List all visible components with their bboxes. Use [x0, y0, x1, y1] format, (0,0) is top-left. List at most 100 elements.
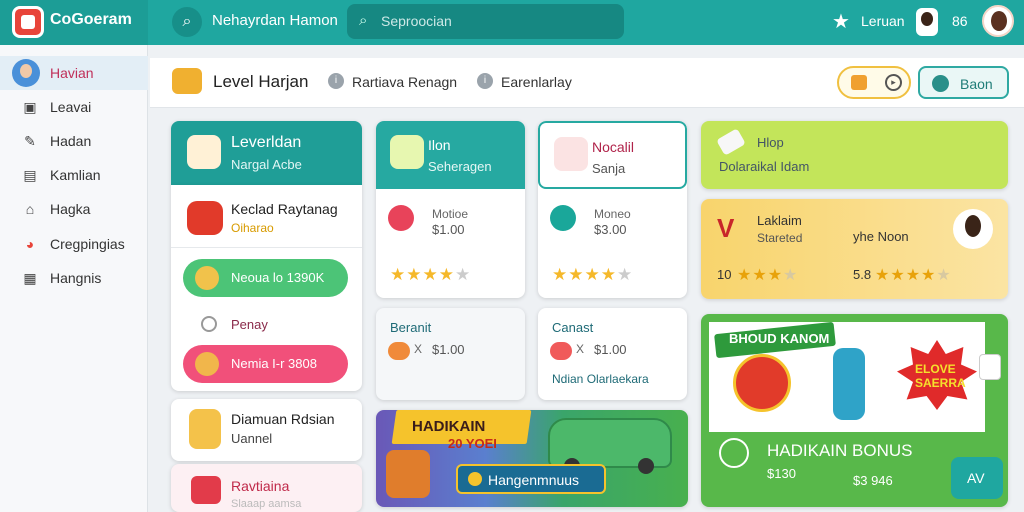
- coins-icon: [195, 352, 219, 376]
- bonus-card[interactable]: BHOUD KANOM ELOVE SAERRA HADIKAIN BONUS …: [701, 314, 1008, 507]
- sidebar-item-havian[interactable]: Havian: [0, 56, 148, 90]
- search-placeholder: Seproocian: [381, 13, 452, 29]
- sidebar-item-label: Leavai: [50, 99, 92, 115]
- character-title: Diamuan Rdsian: [231, 411, 335, 427]
- product-card-ilon[interactable]: Ilon Seheragen Motioe $1.00 ★★★★★: [376, 121, 525, 298]
- key-icon: [716, 128, 746, 156]
- gear-icon: [932, 75, 949, 92]
- bonus-button[interactable]: AV: [951, 457, 1003, 499]
- product-subtitle: Sanja: [592, 161, 626, 176]
- magnifier-icon: ⌕: [359, 12, 368, 29]
- product-label: Motioe: [432, 207, 469, 221]
- search-input[interactable]: ⌕ Seproocian: [347, 4, 624, 39]
- subheader-link-1[interactable]: Rartiava Renagn: [352, 74, 457, 90]
- subheader-link-2[interactable]: Earenlarlay: [501, 74, 572, 90]
- sidebar-item-cregpingias[interactable]: ◕ Cregpingias: [0, 227, 148, 261]
- user-avatar-small[interactable]: [916, 8, 938, 36]
- reward-subtitle: Slaaap aamsa: [231, 498, 302, 510]
- sidebar-item-kamlian[interactable]: ▤ Kamlian: [0, 158, 148, 192]
- help-subtitle: Dolaraikal Idam: [719, 159, 810, 174]
- avatar: [12, 59, 40, 87]
- item-subtitle: Oiharao: [231, 221, 274, 235]
- toggle-pill[interactable]: ▸: [837, 66, 911, 99]
- badge-icon: [388, 205, 414, 231]
- gift-icon: [851, 75, 867, 90]
- side-tag-icon: [979, 354, 1001, 380]
- rating-value-2: 5.8: [853, 267, 872, 282]
- top-title: Nehayrdan Hamon: [212, 12, 338, 29]
- reward-title: Ravtiaina: [231, 478, 290, 494]
- promo-banner[interactable]: HADIKAIN 20 YOEI Hangenmnuus: [376, 410, 688, 507]
- sidebar-item-hangnis[interactable]: ▦ Hangnis: [0, 261, 148, 295]
- bonus-price-2: $3 946: [853, 473, 893, 488]
- product-card-header: Ilon Seheragen: [376, 121, 525, 189]
- info-icon: i: [477, 73, 493, 89]
- sidebar-item-label: Havian: [50, 65, 94, 81]
- baon-button[interactable]: Baon: [918, 66, 1009, 99]
- product-card-nocalil[interactable]: Nocalil Sanja Moneo $3.00 ★★★★★: [538, 121, 687, 298]
- level-card-body: Keclad Raytanag Oiharao Neoua lo 1390K P…: [171, 185, 362, 391]
- sidebar: Havian ▣ Leavai ✎ Hadan ▤ Kamlian ⌂ Hagk…: [0, 45, 148, 512]
- product-subtitle: Seheragen: [428, 159, 492, 174]
- coin-icon: [550, 342, 572, 360]
- star-rating: ★★★★★: [552, 265, 634, 284]
- gift-icon: [187, 135, 221, 169]
- divider: [171, 247, 362, 248]
- profile-avatar[interactable]: [982, 5, 1014, 37]
- sidebar-item-label: Hagka: [50, 201, 91, 217]
- app-name: CoGoeram: [50, 11, 132, 28]
- coin-icon: [195, 266, 219, 290]
- sub-header: Level Harjan i Rartiava Renagn i Earenla…: [150, 58, 1024, 108]
- leaderboard-card[interactable]: V Laklaim Stareted yhe Noon 10 ★★★★ 5.8 …: [701, 199, 1008, 299]
- page-title: Level Harjan: [213, 72, 309, 91]
- app-logo-icon: [12, 6, 44, 38]
- offer-title: Beranit: [390, 320, 432, 335]
- bonus-artwork: BHOUD KANOM ELOVE SAERRA: [709, 321, 985, 432]
- search-icon[interactable]: ⌕: [172, 7, 202, 37]
- help-card[interactable]: Hlop Dolaraikal Idam: [701, 121, 1008, 189]
- badge-icon: [550, 205, 576, 231]
- edit-icon: ✎: [24, 133, 36, 149]
- notification-count[interactable]: 86: [952, 13, 968, 29]
- cake-icon: [386, 450, 430, 498]
- basket-icon: [187, 201, 223, 235]
- sidebar-item-hagka[interactable]: ⌂ Hagka: [0, 192, 148, 226]
- info-icon: i: [328, 73, 344, 89]
- user-label[interactable]: Leruan: [861, 13, 905, 29]
- level-card-header[interactable]: Leverldan Nargal Acbe: [171, 121, 362, 185]
- banner-button[interactable]: Hangenmnuus: [456, 464, 606, 494]
- offer-footer: Ndian Olarlaekara: [552, 372, 649, 386]
- seal-icon: [733, 354, 791, 412]
- sale-badge-text: ELOVE SAERRA: [915, 362, 966, 390]
- level-card-title: Leverldan: [231, 134, 302, 151]
- offer-card-canast[interactable]: Canast X $1.00 Ndian Olarlaekara: [538, 308, 687, 400]
- player-avatar[interactable]: [953, 209, 993, 249]
- wrench-icon: [554, 137, 588, 171]
- bottle-icon: [833, 348, 865, 420]
- star-icon[interactable]: ★: [832, 9, 850, 34]
- green-action-button[interactable]: Neoua lo 1390K: [183, 259, 348, 297]
- reward-card[interactable]: Ravtiaina Slaaap aamsa: [171, 464, 362, 512]
- coin-icon: [388, 342, 410, 360]
- multiplier: X: [414, 342, 423, 356]
- item-title: Keclad Raytanag: [231, 201, 338, 217]
- multiplier: X: [576, 342, 585, 356]
- gift-box-icon: [191, 476, 221, 504]
- sidebar-item-label: Cregpingias: [50, 236, 125, 252]
- leaderboard-title: Laklaim: [757, 213, 802, 228]
- play-icon: ▸: [885, 74, 902, 91]
- pink-action-button[interactable]: Nemia I-r 3808: [183, 345, 348, 383]
- sidebar-item-label: Hangnis: [50, 270, 102, 286]
- green-button-label: Neoua lo 1390K: [231, 270, 325, 285]
- document-icon: ▤: [23, 167, 37, 183]
- sidebar-item-leavai[interactable]: ▣ Leavai: [0, 90, 148, 124]
- product-price: $1.00: [432, 222, 465, 237]
- sidebar-item-label: Hadan: [50, 133, 92, 149]
- help-title: Hlop: [757, 135, 784, 150]
- sidebar-item-hadan[interactable]: ✎ Hadan: [0, 124, 148, 158]
- character-subtitle: Uannel: [231, 431, 273, 446]
- logo-area[interactable]: CoGoeram: [0, 0, 148, 45]
- character-card[interactable]: Diamuan Rdsian Uannel: [171, 399, 362, 461]
- star-rating-2: ★★★★★: [875, 267, 952, 284]
- offer-card-beranit[interactable]: Beranit X $1.00: [376, 308, 525, 400]
